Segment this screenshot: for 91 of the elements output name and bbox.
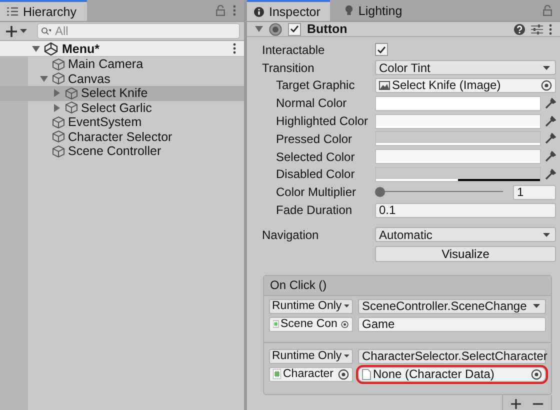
tree-item[interactable]: Character Selector bbox=[0, 130, 244, 144]
checkbox[interactable] bbox=[375, 43, 388, 56]
tree-item[interactable]: Scene Controller bbox=[0, 144, 244, 158]
color-swatch[interactable] bbox=[375, 131, 541, 146]
tree-item[interactable]: Select Knife bbox=[0, 86, 244, 100]
dropdown[interactable]: Runtime Only bbox=[269, 348, 353, 364]
cube-icon bbox=[52, 58, 65, 71]
panel-tab[interactable]: Inspector bbox=[247, 0, 330, 21]
property-label: Interactable bbox=[262, 42, 326, 57]
property-label: Disabled Color bbox=[275, 167, 356, 182]
plus-icon bbox=[6, 26, 17, 36]
cube-icon bbox=[52, 72, 65, 86]
object-field[interactable]: Select Knife (Image) bbox=[375, 78, 556, 93]
property-label: Color Multiplier bbox=[275, 185, 358, 200]
property-label: Highlighted Color bbox=[275, 114, 370, 128]
eyedropper-icon[interactable] bbox=[545, 116, 556, 127]
expand-arrow-icon[interactable] bbox=[53, 104, 61, 112]
tree-item[interactable]: EventSystem bbox=[0, 115, 244, 130]
panel-tab[interactable]: Lighting bbox=[338, 0, 412, 21]
dropdown[interactable]: SceneController.SceneChange bbox=[358, 298, 546, 314]
slider-thumb[interactable] bbox=[375, 187, 385, 198]
document-icon bbox=[362, 368, 371, 380]
color-swatch[interactable] bbox=[375, 114, 541, 129]
property-label: Selected Color bbox=[275, 150, 356, 164]
caret-icon bbox=[344, 304, 349, 308]
caret-icon bbox=[20, 29, 27, 33]
more-icon[interactable] bbox=[233, 43, 236, 54]
unity-logo-icon bbox=[44, 42, 58, 56]
eyedropper-icon[interactable] bbox=[545, 151, 556, 162]
cube-icon bbox=[52, 116, 65, 129]
info-icon bbox=[254, 6, 264, 16]
add-button[interactable] bbox=[4, 26, 29, 36]
number-field[interactable]: 1 bbox=[513, 184, 556, 200]
expand-arrow-icon[interactable] bbox=[32, 44, 40, 52]
component-title: Button bbox=[307, 22, 348, 36]
target-icon[interactable] bbox=[541, 80, 552, 91]
hierarchy-tab[interactable]: Hierarchy bbox=[0, 0, 86, 21]
help-icon[interactable] bbox=[514, 24, 525, 34]
expand-arrow-icon[interactable] bbox=[40, 74, 48, 83]
property-label: Transition bbox=[262, 60, 316, 75]
search-field[interactable]: All bbox=[37, 23, 240, 39]
dropdown[interactable]: Runtime Only bbox=[269, 298, 353, 314]
plus-icon[interactable] bbox=[511, 398, 521, 409]
enabled-checkbox[interactable] bbox=[288, 22, 301, 36]
target-icon[interactable] bbox=[338, 368, 349, 380]
cube-icon bbox=[52, 130, 65, 144]
visualize-button[interactable]: Visualize bbox=[375, 246, 556, 262]
caret-icon bbox=[543, 66, 550, 70]
property-label: Pressed Color bbox=[275, 132, 354, 146]
script-icon bbox=[273, 319, 279, 330]
tree-item[interactable]: Canvas bbox=[0, 72, 244, 86]
list-icon bbox=[7, 7, 18, 16]
property-label: Normal Color bbox=[275, 96, 348, 110]
slider[interactable] bbox=[375, 187, 503, 198]
lightbulb-icon bbox=[345, 5, 354, 16]
dropdown[interactable]: CharacterSelector.SelectCharacter bbox=[358, 348, 546, 364]
number-field[interactable]: 0.1 bbox=[375, 202, 556, 218]
color-swatch[interactable] bbox=[375, 166, 541, 182]
image-icon bbox=[379, 80, 390, 90]
event-title: On Click () bbox=[264, 276, 551, 296]
cube-icon bbox=[65, 86, 78, 100]
property-label: Fade Duration bbox=[275, 203, 354, 218]
caret-icon bbox=[543, 232, 550, 237]
target-icon[interactable] bbox=[341, 318, 349, 330]
target-icon[interactable] bbox=[531, 368, 542, 380]
eyedropper-icon[interactable] bbox=[545, 133, 556, 144]
property-label: Target Graphic bbox=[275, 78, 356, 92]
expand-arrow-icon[interactable] bbox=[53, 89, 61, 98]
color-swatch[interactable] bbox=[375, 96, 541, 111]
scene-name[interactable]: Menu* bbox=[62, 42, 100, 56]
more-icon[interactable] bbox=[549, 24, 552, 34]
expand-arrow-icon[interactable] bbox=[255, 25, 263, 33]
color-swatch[interactable] bbox=[375, 149, 541, 164]
object-field[interactable]: Character bbox=[269, 366, 353, 382]
dropdown[interactable]: Automatic bbox=[375, 227, 556, 242]
caret-icon bbox=[344, 354, 349, 358]
cube-icon bbox=[65, 101, 78, 114]
caret-icon bbox=[533, 304, 540, 308]
search-icon bbox=[41, 27, 51, 35]
eyedropper-icon[interactable] bbox=[545, 168, 556, 180]
cube-icon bbox=[52, 144, 65, 158]
script-icon bbox=[273, 369, 281, 380]
settings-icon[interactable] bbox=[531, 24, 543, 34]
tree-item[interactable]: Main Camera bbox=[0, 57, 244, 72]
object-field[interactable]: Scene Con bbox=[269, 316, 353, 332]
tree-item[interactable]: Select Garlic bbox=[0, 100, 244, 115]
property-label: Navigation bbox=[262, 228, 320, 242]
object-field[interactable]: None (Character Data) bbox=[358, 366, 546, 382]
dropdown[interactable]: Color Tint bbox=[375, 60, 556, 76]
eyedropper-icon[interactable] bbox=[545, 98, 556, 109]
text-field[interactable]: Game bbox=[358, 316, 546, 332]
